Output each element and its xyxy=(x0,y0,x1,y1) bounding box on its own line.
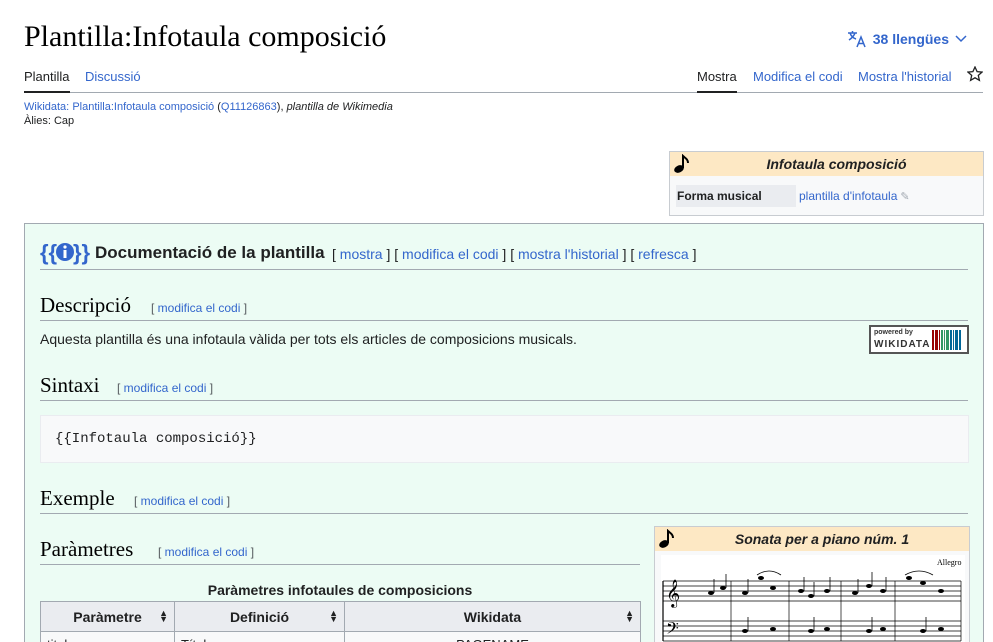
doc-link-edit[interactable]: modifica el codi xyxy=(402,246,499,262)
translate-icon xyxy=(847,30,867,48)
svg-text:{{: {{ xyxy=(40,240,58,265)
chevron-down-icon xyxy=(955,35,967,43)
alias-value: Cap xyxy=(53,115,75,127)
section-parameters-edit[interactable]: modifica el codi xyxy=(165,545,248,559)
syntax-code-block: {{Infotaula composició}} xyxy=(40,415,969,463)
tab-edit-source[interactable]: Modifica el codi xyxy=(753,69,843,93)
doc-title: Documentació de la plantilla xyxy=(95,243,325,262)
section-parameters: Paràmetres [ modifica el codi ] xyxy=(40,537,640,565)
svg-text:}}: }} xyxy=(73,240,90,265)
svg-text:Allegro: Allegro xyxy=(937,558,961,567)
languages-button[interactable]: 38 llengües xyxy=(847,30,967,48)
doc-links: [ mostra ] [ modifica el codi ] [ mostra… xyxy=(332,246,697,262)
doc-header: {{ }} Documentació de la plantilla [ mos… xyxy=(40,240,968,270)
wikidata-line: Wikidata: Plantilla:Infotaula composició… xyxy=(24,101,393,113)
param-header-definition[interactable]: Definició ▲ ▼ xyxy=(174,601,345,632)
sort-icon: ▲ ▼ xyxy=(625,608,634,624)
description-text: Aquesta plantilla és una infotaula vàlid… xyxy=(40,331,577,347)
param-header-wikidata[interactable]: Wikidata ▲ ▼ xyxy=(344,601,641,632)
section-example-edit[interactable]: modifica el codi xyxy=(141,494,224,508)
tab-template[interactable]: Plantilla xyxy=(24,69,70,93)
music-score-image[interactable]: Allegro 𝄞 𝄢 xyxy=(661,555,965,642)
infobox: Infotaula composició Forma musical plant… xyxy=(669,151,984,216)
doc-link-purge[interactable]: refresca xyxy=(638,246,689,262)
page-tabs: Plantilla Discussió Mostra Modifica el c… xyxy=(24,64,984,93)
svg-text:𝄢: 𝄢 xyxy=(666,618,679,642)
section-example: Exemple [ modifica el codi ] xyxy=(40,486,968,514)
table-row: titol Títol PAGENAME xyxy=(40,631,641,642)
example-infobox: Sonata per a piano núm. 1 Allegro 𝄞 𝄢 xyxy=(654,526,970,642)
infobox-row-value[interactable]: plantilla d'infotaula xyxy=(799,189,897,203)
documentation-box: {{ }} Documentació de la plantilla [ mos… xyxy=(24,223,984,642)
wikidata-prefix-link[interactable]: Wikidata: xyxy=(24,101,69,113)
wikidata-description: plantilla de Wikimedia xyxy=(286,101,393,113)
infobox-title: Infotaula composició xyxy=(766,156,907,172)
section-description-heading: Descripció xyxy=(40,293,131,317)
info-icon: {{ }} xyxy=(40,240,91,269)
sort-icon: ▲ ▼ xyxy=(329,608,338,624)
alias-line: Àlies: Cap xyxy=(24,115,74,127)
doc-link-view[interactable]: mostra xyxy=(340,246,383,262)
doc-link-history[interactable]: mostra l'historial xyxy=(518,246,619,262)
pencil-icon[interactable]: ✎ xyxy=(900,191,909,203)
example-infobox-header: Sonata per a piano núm. 1 xyxy=(655,527,969,551)
watch-star-icon[interactable] xyxy=(966,65,984,85)
example-infobox-title: Sonata per a piano núm. 1 xyxy=(734,531,910,547)
tab-talk[interactable]: Discussió xyxy=(85,69,141,93)
section-syntax-heading: Sintaxi xyxy=(40,373,100,397)
sort-icon: ▲ ▼ xyxy=(159,608,168,624)
section-description-edit[interactable]: modifica el codi xyxy=(158,301,241,315)
wikidata-barcode-icon xyxy=(932,330,964,350)
svg-text:𝄞: 𝄞 xyxy=(666,579,680,608)
alias-label: Àlies: xyxy=(24,115,51,127)
page-title: Plantilla:Infotaula composició xyxy=(24,20,387,53)
tab-read[interactable]: Mostra xyxy=(697,69,737,93)
infobox-row: Forma musical plantilla d'infotaula ✎ xyxy=(676,185,977,207)
wikidata-qid-link[interactable]: Q11126863 xyxy=(221,101,277,113)
table-cell: titol xyxy=(40,631,175,642)
section-parameters-heading: Paràmetres xyxy=(40,537,134,561)
section-syntax-edit[interactable]: modifica el codi xyxy=(124,381,207,395)
table-cell: Títol xyxy=(174,631,345,642)
param-header-parameter[interactable]: Paràmetre ▲ ▼ xyxy=(40,601,175,632)
table-cell: PAGENAME xyxy=(344,631,641,642)
tab-history[interactable]: Mostra l'historial xyxy=(858,69,952,93)
languages-label: 38 llengües xyxy=(872,31,949,47)
param-table-caption: Paràmetres infotaules de composicions xyxy=(207,582,473,598)
section-example-heading: Exemple xyxy=(40,486,115,510)
section-description: Descripció [ modifica el codi ] xyxy=(40,293,968,321)
section-syntax: Sintaxi [ modifica el codi ] xyxy=(40,373,968,401)
wikidata-item-link[interactable]: Plantilla:Infotaula composició xyxy=(72,101,214,113)
param-table: Paràmetre▲▼ Definició▲▼ Wikidata▲▼ titol… xyxy=(40,601,641,642)
powered-by-wikidata-badge[interactable]: powered by WIKIDATA xyxy=(869,325,969,354)
infobox-row-label: Forma musical xyxy=(676,185,796,207)
infobox-header: Infotaula composició xyxy=(670,152,983,176)
